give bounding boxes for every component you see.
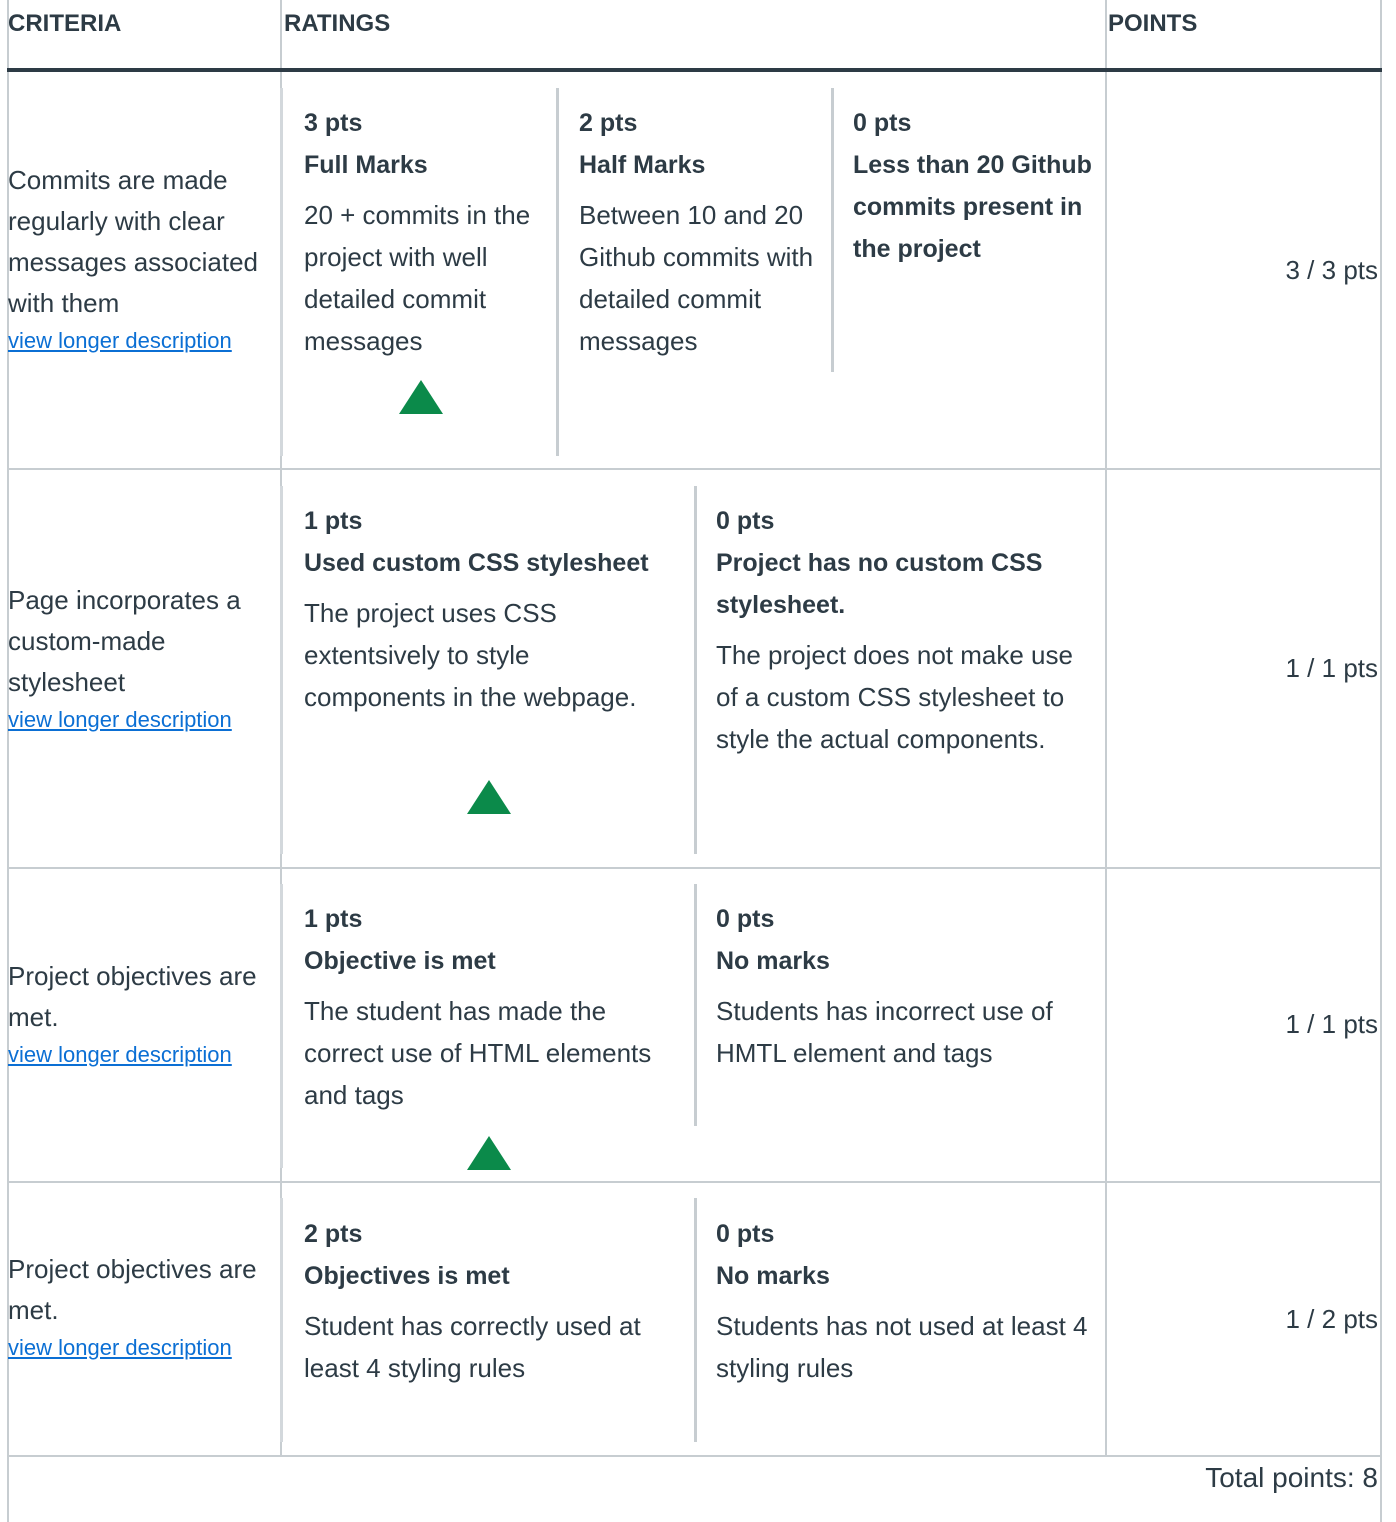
rating-divider — [280, 88, 283, 456]
rating-divider — [280, 884, 283, 1168]
rating-points: 0 pts — [716, 905, 775, 933]
rating-title: No marks — [716, 1262, 830, 1290]
criterion-text: Project objectives are met. — [8, 1254, 257, 1325]
header-criteria: CRITERIA — [8, 10, 122, 37]
criterion-score: 1 / 2 pts — [1285, 1304, 1379, 1334]
rating-title: Half Marks — [579, 151, 706, 179]
rating-divider — [280, 1198, 283, 1442]
rating-title: Project has no custom CSS stylesheet. — [716, 549, 1043, 619]
criterion-score: 1 / 1 pts — [1285, 653, 1379, 683]
row-2-bottom-border — [7, 867, 1382, 869]
criterion-description: Project objectives are met. view longer … — [8, 956, 280, 1072]
view-longer-description-link[interactable]: view longer description — [8, 1331, 280, 1365]
rating-description: Students has not used at least 4 styling… — [716, 1311, 1088, 1383]
rating-option[interactable]: 1 pts Used custom CSS stylesheet The pro… — [304, 500, 674, 718]
rating-divider — [831, 88, 834, 372]
row-3-bottom-border — [7, 1181, 1382, 1183]
view-longer-description-link[interactable]: view longer description — [8, 703, 280, 737]
rating-title: Less than 20 Github commits present in t… — [853, 151, 1092, 263]
points-column-divider — [1105, 0, 1107, 1455]
rating-title: Objectives is met — [304, 1262, 510, 1290]
rating-divider — [694, 1198, 697, 1442]
rating-points: 0 pts — [716, 507, 775, 535]
rating-points: 1 pts — [304, 905, 363, 933]
selected-rating-marker-icon — [467, 1136, 511, 1170]
table-right-border — [1380, 0, 1382, 1522]
criterion-score: 1 / 1 pts — [1285, 1009, 1379, 1039]
rating-option[interactable]: 2 pts Objectives is met Student has corr… — [304, 1213, 684, 1389]
criterion-text: Page incorporates a custom-made styleshe… — [8, 585, 241, 697]
view-longer-description-link[interactable]: view longer description — [8, 324, 280, 358]
rating-option[interactable]: 3 pts Full Marks 20 + commits in the pro… — [304, 102, 544, 362]
selected-rating-marker-icon — [467, 780, 511, 814]
criterion-description: Project objectives are met. view longer … — [8, 1249, 280, 1365]
rating-option[interactable]: 0 pts Project has no custom CSS styleshe… — [716, 500, 1096, 760]
rating-description: Between 10 and 20 Github commits with de… — [579, 200, 814, 356]
rating-description: Students has incorrect use of HMTL eleme… — [716, 996, 1053, 1068]
criterion-score: 3 / 3 pts — [1285, 255, 1379, 285]
rating-title: Full Marks — [304, 151, 428, 179]
rating-description: The project uses CSS extentsively to sty… — [304, 598, 637, 712]
rating-points: 2 pts — [304, 1220, 363, 1248]
row-1-bottom-border — [7, 468, 1382, 470]
criterion-text: Commits are made regularly with clear me… — [8, 165, 259, 318]
criterion-text: Project objectives are met. — [8, 961, 257, 1032]
header-bottom-border — [7, 68, 1382, 72]
rating-divider — [694, 486, 697, 854]
rating-option[interactable]: 1 pts Objective is met The student has m… — [304, 898, 674, 1116]
total-points: Total points: 8 — [1205, 1462, 1378, 1493]
rating-description: Student has correctly used at least 4 st… — [304, 1311, 641, 1383]
row-4-bottom-border — [7, 1455, 1382, 1457]
header-points: POINTS — [1108, 10, 1198, 37]
rating-points: 2 pts — [579, 109, 638, 137]
rating-option[interactable]: 0 pts No marks Students has not used at … — [716, 1213, 1096, 1389]
rating-option[interactable]: 0 pts Less than 20 Github commits presen… — [853, 102, 1093, 270]
rating-points: 0 pts — [716, 1220, 775, 1248]
rating-divider — [694, 884, 697, 1126]
selected-rating-marker-icon — [399, 380, 443, 414]
view-longer-description-link[interactable]: view longer description — [8, 1038, 280, 1072]
rating-points: 1 pts — [304, 507, 363, 535]
rating-option[interactable]: 2 pts Half Marks Between 10 and 20 Githu… — [579, 102, 819, 362]
rating-title: No marks — [716, 947, 830, 975]
rating-title: Used custom CSS stylesheet — [304, 549, 649, 577]
rating-option[interactable]: 0 pts No marks Students has incorrect us… — [716, 898, 1096, 1074]
criterion-description: Page incorporates a custom-made styleshe… — [8, 580, 280, 737]
header-ratings: RATINGS — [284, 10, 391, 37]
criterion-description: Commits are made regularly with clear me… — [8, 160, 280, 358]
rating-description: 20 + commits in the project with well de… — [304, 200, 531, 356]
rating-description: The project does not make use of a custo… — [716, 640, 1073, 754]
rating-description: The student has made the correct use of … — [304, 996, 652, 1110]
rating-divider — [556, 88, 559, 456]
rating-divider — [280, 486, 283, 854]
rating-points: 3 pts — [304, 109, 363, 137]
rating-title: Objective is met — [304, 947, 496, 975]
rating-points: 0 pts — [853, 109, 912, 137]
